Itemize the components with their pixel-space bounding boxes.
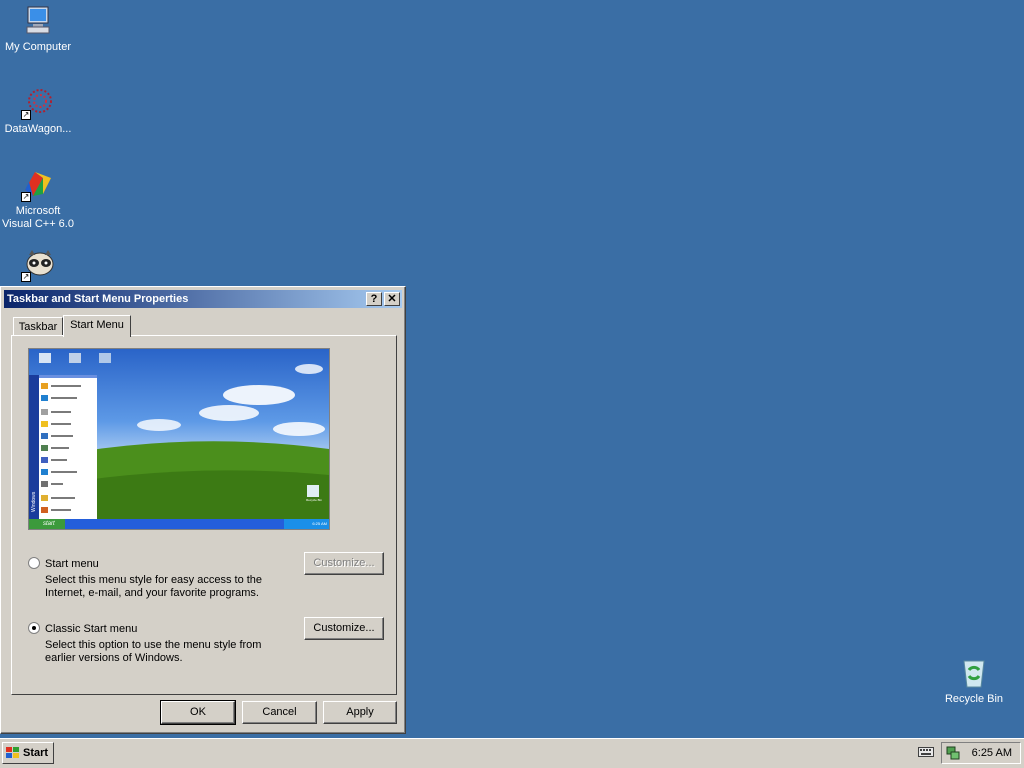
classic-start-menu-customize-button[interactable]: Customize... — [304, 617, 384, 640]
tab-taskbar[interactable]: Taskbar — [13, 317, 63, 337]
button-label: Customize... — [313, 622, 375, 634]
classic-start-menu-option-description: Select this option to use the menu style… — [45, 639, 262, 664]
keyboard-icon[interactable] — [918, 747, 934, 757]
desktop-icon-my-computer[interactable]: My Computer — [0, 4, 76, 54]
taskbar-start-menu-properties-dialog: Taskbar and Start Menu Properties ? ✕ Ta… — [0, 286, 406, 734]
ok-button[interactable]: OK — [160, 700, 236, 725]
taskbar: Start 6:25 AM — [0, 738, 1024, 768]
clock[interactable]: 6:25 AM — [972, 747, 1012, 759]
desktop-icon-recycle-bin[interactable]: Recycle Bin — [936, 656, 1012, 706]
shortcut-arrow-icon: ↗ — [21, 192, 31, 202]
classic-start-menu-option-label[interactable]: Classic Start menu — [45, 623, 137, 635]
cancel-button[interactable]: Cancel — [242, 701, 317, 724]
desktop-icon-label: Microsoft Visual C++ 6.0 — [2, 205, 74, 230]
desktop-icon-label: My Computer — [4, 41, 72, 53]
desktop-icon-label: DataWagon... — [4, 123, 72, 135]
classic-start-menu-radio[interactable] — [28, 622, 40, 634]
preview-start-label: start — [43, 521, 55, 527]
help-button[interactable]: ? — [366, 292, 382, 306]
tab-start-menu[interactable]: Start Menu — [63, 315, 131, 337]
preview-recycle-label: Recycle Bin — [306, 498, 322, 502]
tab-label: Start Menu — [70, 319, 124, 331]
button-label: Cancel — [262, 706, 297, 718]
desktop-icon-datawagon[interactable]: ↗ DataWagon... — [0, 86, 76, 136]
visual-cpp-icon: ↗ — [21, 168, 55, 202]
desktop-icon-raccoon-app[interactable]: ↗ — [0, 248, 76, 285]
start-menu-option-label[interactable]: Start menu — [45, 558, 99, 570]
help-icon: ? — [370, 293, 378, 305]
datawagon-icon: ↗ — [21, 86, 55, 120]
close-button[interactable]: ✕ — [384, 292, 400, 306]
start-button[interactable]: Start — [2, 742, 54, 764]
dialog-title: Taskbar and Start Menu Properties — [7, 293, 189, 305]
raccoon-app-icon: ↗ — [21, 248, 55, 282]
preview-clock: 6:25 AM — [312, 521, 327, 526]
dialog-titlebar[interactable]: Taskbar and Start Menu Properties ? ✕ — [4, 290, 402, 308]
desktop-icon-visual-cpp[interactable]: ↗ Microsoft Visual C++ 6.0 — [0, 168, 76, 231]
start-menu-radio[interactable] — [28, 557, 40, 569]
desktop-icon-label: Recycle Bin — [944, 693, 1004, 705]
shortcut-arrow-icon: ↗ — [21, 110, 31, 120]
network-icon[interactable] — [946, 746, 960, 760]
button-label: Customize... — [313, 557, 375, 569]
button-label: Apply — [346, 706, 374, 718]
start-menu-option-description: Select this menu style for easy access t… — [45, 574, 263, 599]
apply-button[interactable]: Apply — [323, 701, 397, 724]
start-menu-preview: start Windows Recycle Bin 6:25 AM — [28, 348, 330, 530]
windows-flag-icon — [6, 747, 19, 758]
preview-os-label: Windows — [31, 491, 37, 512]
tab-label: Taskbar — [18, 321, 58, 333]
start-menu-tab-panel: start Windows Recycle Bin 6:25 AM Start … — [11, 335, 397, 695]
button-label: OK — [190, 706, 206, 718]
close-icon: ✕ — [387, 293, 397, 305]
start-label: Start — [23, 747, 49, 759]
radio-selected-dot — [32, 626, 36, 630]
system-tray: 6:25 AM — [941, 742, 1021, 764]
shortcut-arrow-icon: ↗ — [21, 272, 31, 282]
my-computer-icon — [21, 4, 55, 38]
start-menu-customize-button: Customize... — [304, 552, 384, 575]
recycle-bin-icon — [957, 656, 991, 690]
